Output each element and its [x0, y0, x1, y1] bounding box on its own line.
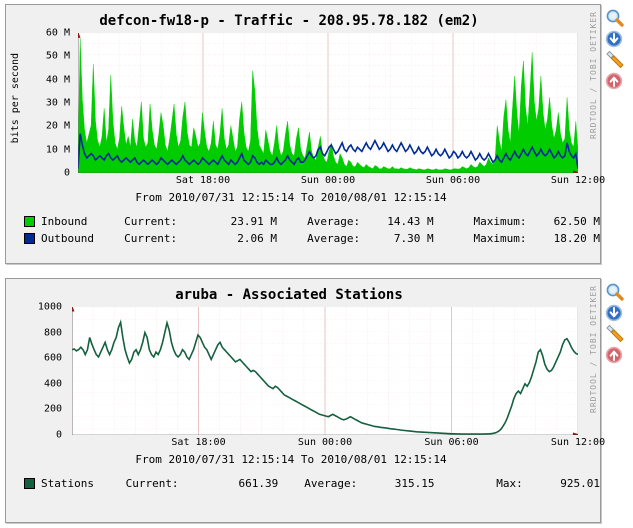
graph-toolbar-bottom[interactable]	[604, 282, 630, 366]
y-tick-label: 40 M	[45, 74, 70, 86]
legend-cell: Current:	[125, 477, 179, 490]
rrdtool-watermark-stations: RRDTOOL / TOBI OETIKER	[589, 285, 598, 413]
y-tick-label: 0	[55, 429, 62, 441]
legend-color-swatch	[24, 233, 35, 244]
legend-cell: Average:	[307, 232, 361, 245]
legend-cell: 62.50 M	[553, 215, 600, 228]
y-tick-label: 50 M	[45, 50, 70, 62]
y-tick-label: 400	[43, 378, 62, 390]
x-tick-label: Sun 06:00	[425, 175, 481, 186]
y-tick-label: 0	[63, 167, 70, 179]
graph-toolbar-top[interactable]	[604, 8, 630, 92]
refresh-up-icon-2[interactable]	[604, 345, 626, 366]
time-range-label-stations: From 2010/07/31 12:15:14 To 2010/08/01 1…	[135, 453, 447, 466]
x-tick-label: Sun 12:00	[550, 175, 606, 186]
legend-cell: Maximum:	[473, 215, 527, 228]
x-tick-label: Sun 00:00	[297, 437, 353, 448]
legend-color-swatch	[24, 216, 35, 227]
legend-cell: 7.30 M	[393, 232, 434, 245]
legend-cell: Outbound	[41, 232, 94, 245]
y-tick-label: 20 M	[45, 120, 70, 132]
zoom-in-icon-2[interactable]	[604, 282, 626, 303]
legend-cell: 23.91 M	[230, 215, 277, 228]
x-tick-label: Sat 18:00	[175, 175, 231, 186]
legend-row: Outbound Current: 2.06 M Average: 7.30 M Maxi…	[6, 230, 600, 247]
refresh-up-icon[interactable]	[604, 71, 626, 92]
x-axis-ticks-traffic: Sat 18:00 Sun 00:00 Sun 06:00 Sun 12:00	[78, 173, 605, 187]
traffic-plot-canvas	[75, 30, 581, 176]
legend-cell: Current:	[124, 232, 178, 245]
legend-cell: 2.06 M	[237, 232, 277, 245]
rrdtool-graph-page: defcon-fw18-p - Traffic - 208.95.78.182 …	[0, 0, 633, 528]
y-tick-label: 60 M	[45, 27, 70, 39]
legend-cell: 315.15	[394, 477, 435, 490]
x-tick-label: Sun 00:00	[300, 175, 356, 186]
legend-row: Stations Current: 661.39 Average: 315.15 Max:…	[6, 475, 600, 492]
y-axis-ticks-traffic: 60 M 50 M 40 M 30 M 20 M 10 M 0	[34, 28, 74, 179]
legend-cell: Average:	[304, 477, 358, 490]
stations-graph-panel: aruba - Associated Stations RRDTOOL / TO…	[5, 278, 605, 523]
y-tick-label: 600	[43, 352, 62, 364]
legend-cell: Stations	[41, 477, 94, 490]
zoom-out-icon[interactable]	[604, 29, 626, 50]
zoom-out-icon-2[interactable]	[604, 303, 626, 324]
legend-row: Inbound Current: 23.91 M Average: 14.43 M Max…	[6, 213, 600, 230]
y-tick-label: 800	[43, 327, 62, 339]
y-tick-label: 200	[43, 403, 62, 415]
legend-cell: Inbound	[41, 215, 88, 228]
legend-cell: 661.39	[238, 477, 279, 490]
rrdtool-watermark: RRDTOOL / TOBI OETIKER	[589, 11, 598, 139]
legend-color-swatch	[24, 478, 35, 489]
stations-plot-area: 1000 800 600 400 200 0 Sat 18:00 Sun 00:00 Sun …	[26, 302, 605, 449]
stations-legend: Stations Current: 661.39 Average: 315.15 Max:…	[6, 475, 600, 492]
settings-wrench-icon-2[interactable]	[604, 324, 626, 345]
x-tick-label: Sun 12:00	[550, 437, 606, 448]
traffic-graph-panel: defcon-fw18-p - Traffic - 208.95.78.182 …	[5, 4, 605, 264]
stations-plot-canvas	[69, 305, 582, 438]
y-tick-label: 10 M	[45, 144, 70, 156]
y-axis-ticks-stations: 1000 800 600 400 200 0	[26, 302, 66, 441]
legend-cell: 18.20 M	[553, 232, 600, 245]
legend-cell: 925.01	[560, 477, 600, 490]
y-axis-title: bits per second	[10, 53, 21, 144]
time-range-label: From 2010/07/31 12:15:14 To 2010/08/01 1…	[135, 191, 447, 204]
legend-cell: 14.43 M	[387, 215, 434, 228]
settings-wrench-icon[interactable]	[604, 50, 626, 71]
page-title-stations: aruba - Associated Stations	[175, 287, 403, 303]
y-tick-label: 30 M	[45, 97, 70, 109]
x-axis-ticks-stations: Sat 18:00 Sun 00:00 Sun 06:00 Sun 12:00	[72, 435, 605, 449]
legend-cell: Maximum:	[473, 232, 527, 245]
legend-cell: Current:	[124, 215, 178, 228]
x-tick-label: Sun 06:00	[424, 437, 479, 448]
legend-cell: Max:	[496, 477, 523, 490]
traffic-plot-area: 60 M 50 M 40 M 30 M 20 M 10 M 0 Sat 18:00 Sun 0…	[34, 28, 605, 187]
traffic-legend: Inbound Current: 23.91 M Average: 14.43 M Max…	[6, 213, 600, 247]
y-tick-label: 1000	[37, 301, 62, 313]
page-title: defcon-fw18-p - Traffic - 208.95.78.182 …	[99, 13, 479, 29]
x-tick-label: Sat 18:00	[171, 437, 226, 448]
legend-cell: Average:	[307, 215, 361, 228]
zoom-in-icon[interactable]	[604, 8, 626, 29]
